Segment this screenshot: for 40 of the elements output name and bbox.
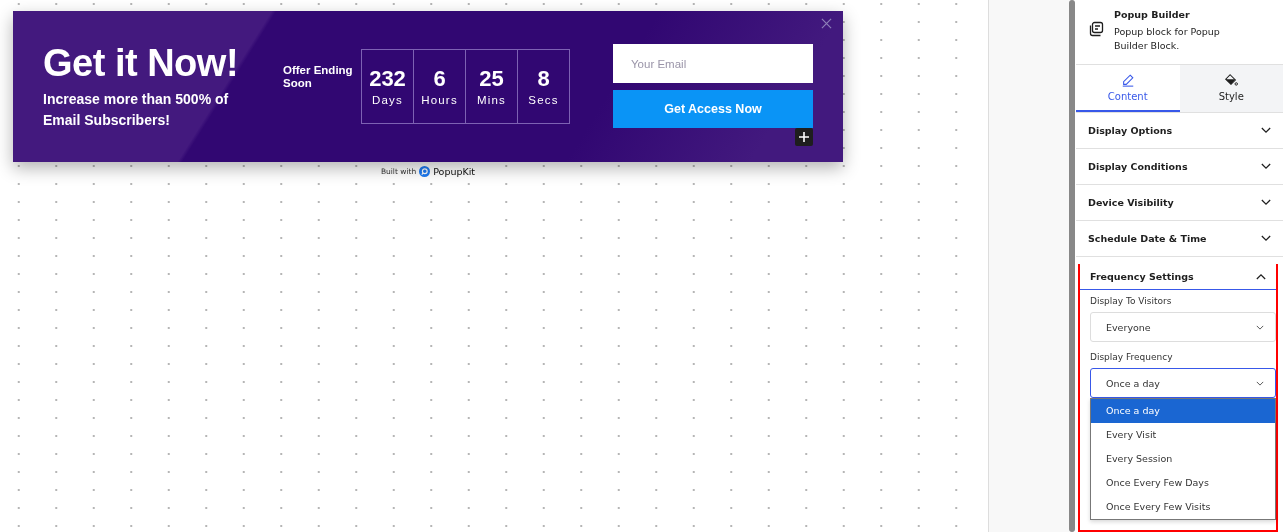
paint-bucket-icon <box>1224 73 1239 88</box>
dropdown-option[interactable]: Once Every Few Days <box>1091 471 1275 495</box>
add-icon[interactable] <box>795 128 813 146</box>
block-title: Popup Builder <box>1114 8 1191 22</box>
countdown-value: 6 <box>433 65 446 92</box>
dropdown-option[interactable]: Every Visit <box>1091 423 1275 447</box>
select-field[interactable]: Once a day <box>1090 368 1276 398</box>
countdown-unit: Secs <box>528 92 559 108</box>
badge-brand: PopupKit <box>433 166 476 177</box>
chevron-icon <box>1261 127 1271 134</box>
countdown-unit: Mins <box>476 92 507 108</box>
email-field[interactable]: Your Email <box>613 44 813 83</box>
close-icon[interactable] <box>821 18 832 29</box>
countdown-unit: Days <box>372 92 403 108</box>
chevron-icon <box>1256 324 1264 330</box>
offer-label: Offer Ending Soon <box>283 64 354 90</box>
dropdown-option[interactable]: Once Every Few Visits <box>1091 495 1275 519</box>
countdown-unit: Hours <box>421 92 458 108</box>
dropdown-option[interactable]: Every Session <box>1091 447 1275 471</box>
countdown-value: 232 <box>369 65 406 92</box>
countdown-value: 25 <box>479 65 504 92</box>
field-label: Display Frequency <box>1090 352 1174 362</box>
accordion-header[interactable]: Frequency Settings <box>1080 263 1276 290</box>
panel-tab[interactable]: Style <box>1179 65 1283 112</box>
logo-icon <box>419 166 431 177</box>
block-description: Popup block for Popup Builder Block. <box>1114 25 1221 53</box>
chevron-icon <box>1261 199 1271 206</box>
pencil-icon <box>1120 73 1135 88</box>
select-field[interactable]: Everyone <box>1090 312 1276 342</box>
chevron-icon <box>1256 272 1266 280</box>
countdown-value: 8 <box>537 65 550 92</box>
block-icon <box>1088 21 1104 37</box>
dropdown-option[interactable]: Once a day <box>1091 399 1275 423</box>
popup-subtitle: Increase more than 500% of Email Subscribers! <box>43 90 230 130</box>
chevron-icon <box>1261 163 1271 170</box>
popup-title: Get it Now! <box>43 41 240 85</box>
chevron-icon <box>1256 380 1264 386</box>
field-label: Display To Visitors <box>1090 296 1173 306</box>
scrollbar[interactable] <box>1069 0 1075 532</box>
chevron-icon <box>1261 235 1271 242</box>
